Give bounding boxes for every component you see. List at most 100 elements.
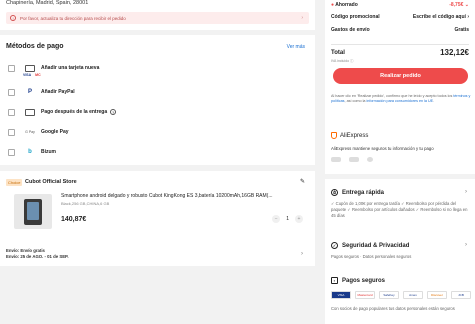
chevron-down-icon[interactable]: ⌄ bbox=[465, 2, 469, 8]
secure-payments-title: Pagos seguros bbox=[342, 277, 386, 284]
shipping-cost: Envío: Envío gratis bbox=[6, 248, 45, 253]
address-warning[interactable]: ! Por favor, actualiza tu dirección para… bbox=[6, 12, 309, 24]
store-name[interactable]: Cubot Official Store bbox=[25, 179, 77, 185]
payment-method-new-card[interactable]: Añadir una tarjeta nueva bbox=[8, 61, 308, 75]
payment-method-googlepay[interactable]: G Pay Google Pay bbox=[8, 125, 308, 139]
badge-icon bbox=[349, 157, 359, 162]
chevron-right-icon[interactable]: › bbox=[465, 242, 467, 248]
aliexpress-logo: AliExpress bbox=[331, 132, 368, 139]
safekey-logo: SafeKey bbox=[379, 291, 399, 299]
secure-payments-header: ▪ Pagos seguros bbox=[331, 277, 385, 284]
fast-delivery-header[interactable]: ⏱ Entrega rápida bbox=[331, 189, 384, 196]
chevron-right-icon: › bbox=[301, 15, 303, 21]
see-more-link[interactable]: Ver más bbox=[287, 44, 305, 50]
quantity-stepper: − 1 + bbox=[272, 215, 303, 223]
payment-method-label: Añadir PayPal bbox=[41, 89, 75, 95]
chevron-right-icon[interactable]: › bbox=[465, 189, 467, 195]
promo-label: Código promocional bbox=[331, 14, 380, 20]
security-text: Pagos seguros · Datos personales seguros bbox=[331, 254, 412, 259]
warning-text: Por favor, actualiza tu dirección para r… bbox=[20, 15, 126, 21]
visa-logo: VISA bbox=[331, 291, 351, 299]
chevron-right-icon[interactable]: › bbox=[301, 251, 303, 257]
payment-method-label: Bizum bbox=[41, 149, 56, 155]
payment-method-cod[interactable]: Pago después de la entrega ? bbox=[8, 105, 308, 119]
payment-method-label: Pago después de la entrega bbox=[41, 109, 108, 115]
edit-icon[interactable]: ✎ bbox=[300, 178, 305, 185]
bizum-icon: b bbox=[28, 149, 32, 155]
saved-row: ● Ahorrado -8,75€ ⌄ bbox=[331, 2, 469, 8]
quantity-value: 1 bbox=[286, 216, 289, 222]
payment-method-label: Google Pay bbox=[41, 129, 69, 135]
discount-icon: ● bbox=[331, 2, 335, 8]
trust-text: AliExpress mantiene seguros tu informaci… bbox=[331, 146, 434, 151]
paypal-icon: P bbox=[27, 89, 32, 95]
promo-code-input[interactable]: Escribe el código aquí bbox=[413, 14, 466, 20]
shipping-value: Gratis bbox=[454, 27, 469, 33]
truck-icon: ⏱ bbox=[331, 189, 338, 196]
total-label: Total bbox=[331, 50, 345, 56]
jcb-logo: JCB bbox=[451, 291, 471, 299]
lock-icon: ▪ bbox=[331, 277, 338, 284]
mastercard-logo: MC bbox=[35, 73, 41, 77]
legal-text: Al hacer clic en 'Realizar pedido', conf… bbox=[331, 94, 471, 103]
chevron-right-icon[interactable]: › bbox=[467, 14, 469, 20]
payment-method-label: Añadir una tarjeta nueva bbox=[41, 65, 100, 71]
info-icon: ! bbox=[10, 15, 16, 21]
divider bbox=[331, 44, 469, 45]
fast-delivery-text: ✓ Cupón de 1,00€ por entrega tardía ✓ Re… bbox=[331, 201, 468, 218]
shipping-info[interactable]: Envío: Envío gratis Envío: 25 de AGO. - … bbox=[6, 248, 69, 260]
payment-method-bizum[interactable]: b Bizum bbox=[8, 145, 308, 159]
payment-methods-title: Métodos de pago bbox=[6, 43, 64, 50]
saved-value: -8,75€ bbox=[449, 2, 464, 8]
payment-logos: VISA Mastercard SafeKey Amex Discover JC… bbox=[331, 291, 471, 299]
shipping-row: Gastos de envío Gratis bbox=[331, 27, 469, 33]
iva-note: IVA incluido ⓘ bbox=[331, 59, 354, 63]
product-variant[interactable]: Black,256 GB,CHINA,6 GB bbox=[61, 201, 109, 206]
promo-row[interactable]: Código promocional Escribe el código aqu… bbox=[331, 14, 469, 20]
help-icon[interactable]: ? bbox=[110, 109, 117, 115]
shield-icon bbox=[331, 132, 337, 139]
product-image[interactable] bbox=[14, 194, 52, 229]
shield-check-icon: ✓ bbox=[331, 242, 338, 249]
radio-button[interactable] bbox=[8, 128, 15, 136]
secure-payments-text: Con socios de pago populares tus datos p… bbox=[331, 306, 455, 311]
total-value: 132,12€ bbox=[440, 48, 469, 57]
payment-method-paypal[interactable]: P Añadir PayPal bbox=[8, 85, 308, 99]
product-price: 140,87€ bbox=[61, 216, 87, 223]
badge-icon bbox=[331, 157, 341, 162]
radio-button[interactable] bbox=[8, 108, 15, 116]
radio-button[interactable] bbox=[8, 148, 15, 156]
aliexpress-trust-card: AliExpress AliExpress mantiene seguros t… bbox=[325, 126, 475, 174]
card-logos: VISA MC bbox=[22, 73, 42, 77]
shipping-address: Chapinería, Madrid, Spain, 28001 bbox=[6, 0, 89, 6]
place-order-button[interactable]: Realizar pedido bbox=[333, 68, 468, 84]
increase-button[interactable]: + bbox=[295, 215, 303, 223]
badge-icon bbox=[367, 157, 373, 162]
saved-label: Ahorrado bbox=[335, 2, 358, 8]
shipping-dates: Envío: 25 de AGO. - 01 de SEP. bbox=[6, 254, 69, 259]
shipping-label: Gastos de envío bbox=[331, 27, 370, 33]
card-icon bbox=[25, 64, 35, 72]
gpay-icon: G Pay bbox=[25, 130, 35, 134]
trust-badges bbox=[331, 157, 373, 162]
mastercard-logo: Mastercard bbox=[355, 291, 375, 299]
visa-logo: VISA bbox=[23, 73, 32, 77]
order-summary-card: ● Ahorrado -8,75€ ⌄ Código promocional E… bbox=[325, 0, 475, 126]
eu-info-link[interactable]: información para consumidores en la UE bbox=[366, 99, 433, 103]
address-card: Chapinería, Madrid, Spain, 28001 ! Por f… bbox=[0, 0, 315, 30]
choice-badge: Choice bbox=[6, 179, 23, 186]
cash-icon bbox=[25, 108, 35, 116]
features-card: ⏱ Entrega rápida › ✓ Cupón de 1,00€ por … bbox=[325, 179, 475, 324]
help-icon[interactable]: ⓘ bbox=[350, 59, 354, 63]
radio-button[interactable] bbox=[8, 64, 15, 72]
fast-delivery-title: Entrega rápida bbox=[342, 189, 385, 196]
security-header[interactable]: ✓ Seguridad & Privacidad bbox=[331, 242, 409, 249]
radio-button[interactable] bbox=[8, 88, 15, 96]
discover-logo: Discover bbox=[427, 291, 447, 299]
decrease-button[interactable]: − bbox=[272, 215, 281, 223]
store-card: Choice Cubot Official Store ✎ Smartphone… bbox=[0, 171, 315, 266]
payment-methods-card: Métodos de pago Ver más Añadir una tarje… bbox=[0, 35, 315, 165]
security-title: Seguridad & Privacidad bbox=[342, 242, 410, 249]
amex-logo: Amex bbox=[403, 291, 423, 299]
product-title[interactable]: Smartphone android delgado y robusto Cub… bbox=[61, 193, 309, 199]
